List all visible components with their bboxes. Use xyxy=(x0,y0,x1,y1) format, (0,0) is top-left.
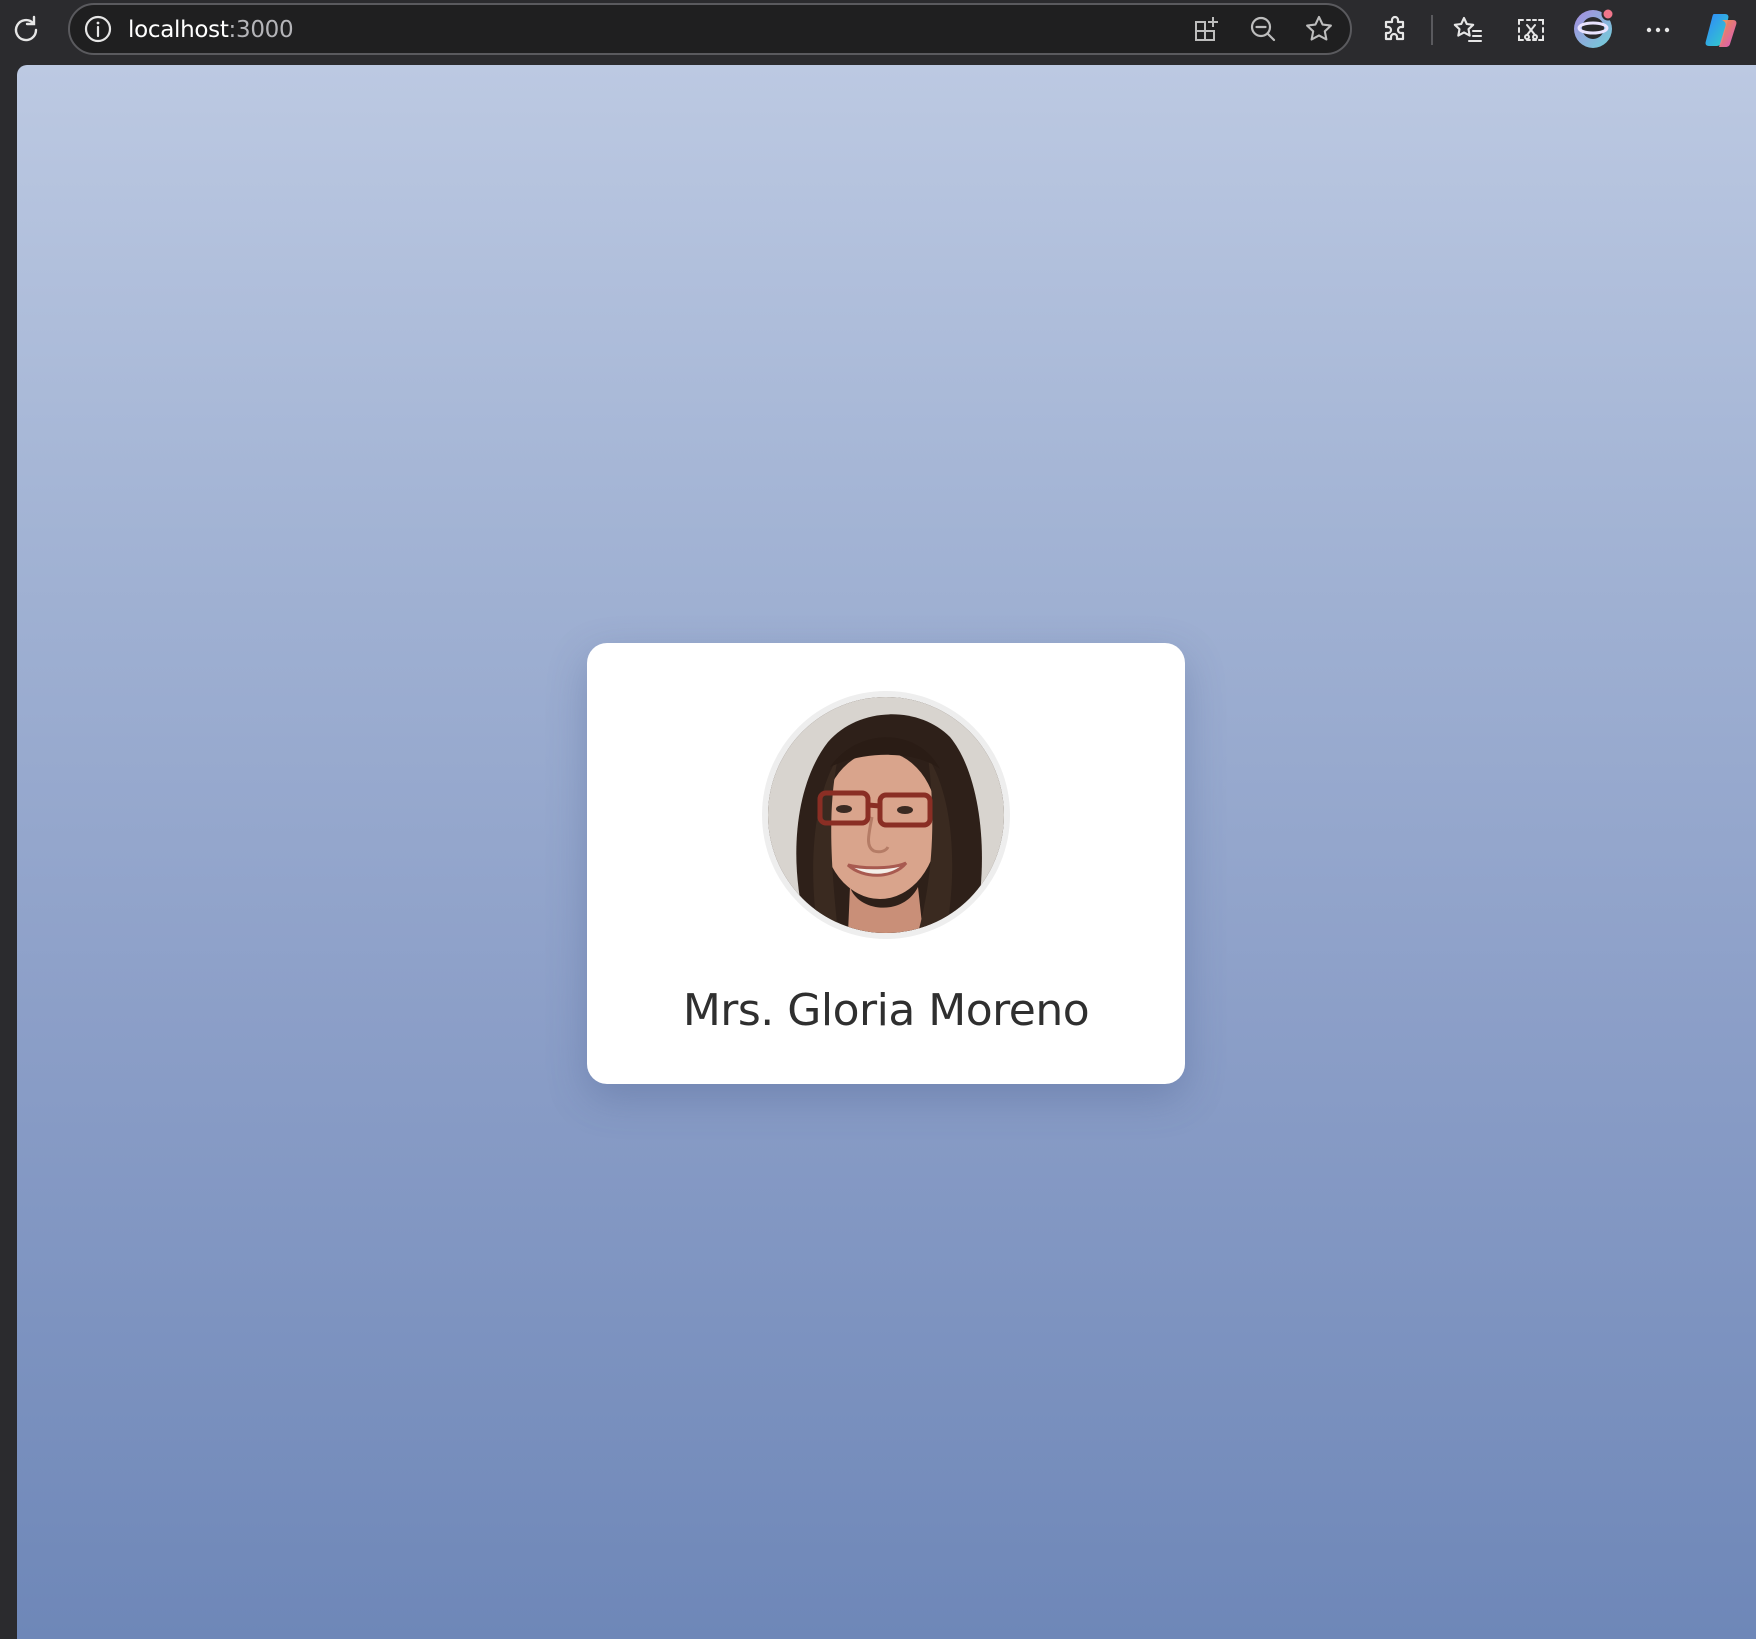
address-bar[interactable]: localhost:3000 xyxy=(68,3,1352,55)
profile-button[interactable] xyxy=(1572,6,1616,50)
extensions-button[interactable] xyxy=(1374,8,1418,52)
toolbar-separator xyxy=(1431,15,1433,45)
screenshot-icon xyxy=(1515,14,1547,46)
more-options-button[interactable] xyxy=(1636,8,1680,52)
avatar xyxy=(768,697,1004,933)
reload-icon xyxy=(10,14,42,46)
browser-toolbar: localhost:3000 xyxy=(0,0,1756,64)
more-options-icon xyxy=(1642,14,1674,46)
profile-card: Mrs. Gloria Moreno xyxy=(587,643,1185,1084)
site-info-icon[interactable] xyxy=(82,13,114,49)
profile-name: Mrs. Gloria Moreno xyxy=(682,985,1090,1036)
copilot-icon xyxy=(1702,10,1742,50)
screenshot-button[interactable] xyxy=(1509,8,1553,52)
page-viewport: Mrs. Gloria Moreno xyxy=(17,65,1756,1639)
copilot-button[interactable] xyxy=(1700,8,1744,52)
profile-avatar-icon xyxy=(1572,6,1616,50)
favorites-list-icon xyxy=(1452,14,1484,46)
favorite-star-icon[interactable] xyxy=(1303,13,1335,49)
extensions-icon xyxy=(1380,14,1412,46)
favorites-button[interactable] xyxy=(1446,8,1490,52)
url-port: :3000 xyxy=(228,17,294,43)
url-host: localhost xyxy=(128,17,229,43)
reload-button[interactable] xyxy=(4,8,48,52)
avatar-ring xyxy=(762,691,1010,939)
url-text[interactable]: localhost:3000 xyxy=(128,15,294,45)
zoom-out-icon[interactable] xyxy=(1247,13,1279,49)
app-available-icon[interactable] xyxy=(1191,13,1223,49)
